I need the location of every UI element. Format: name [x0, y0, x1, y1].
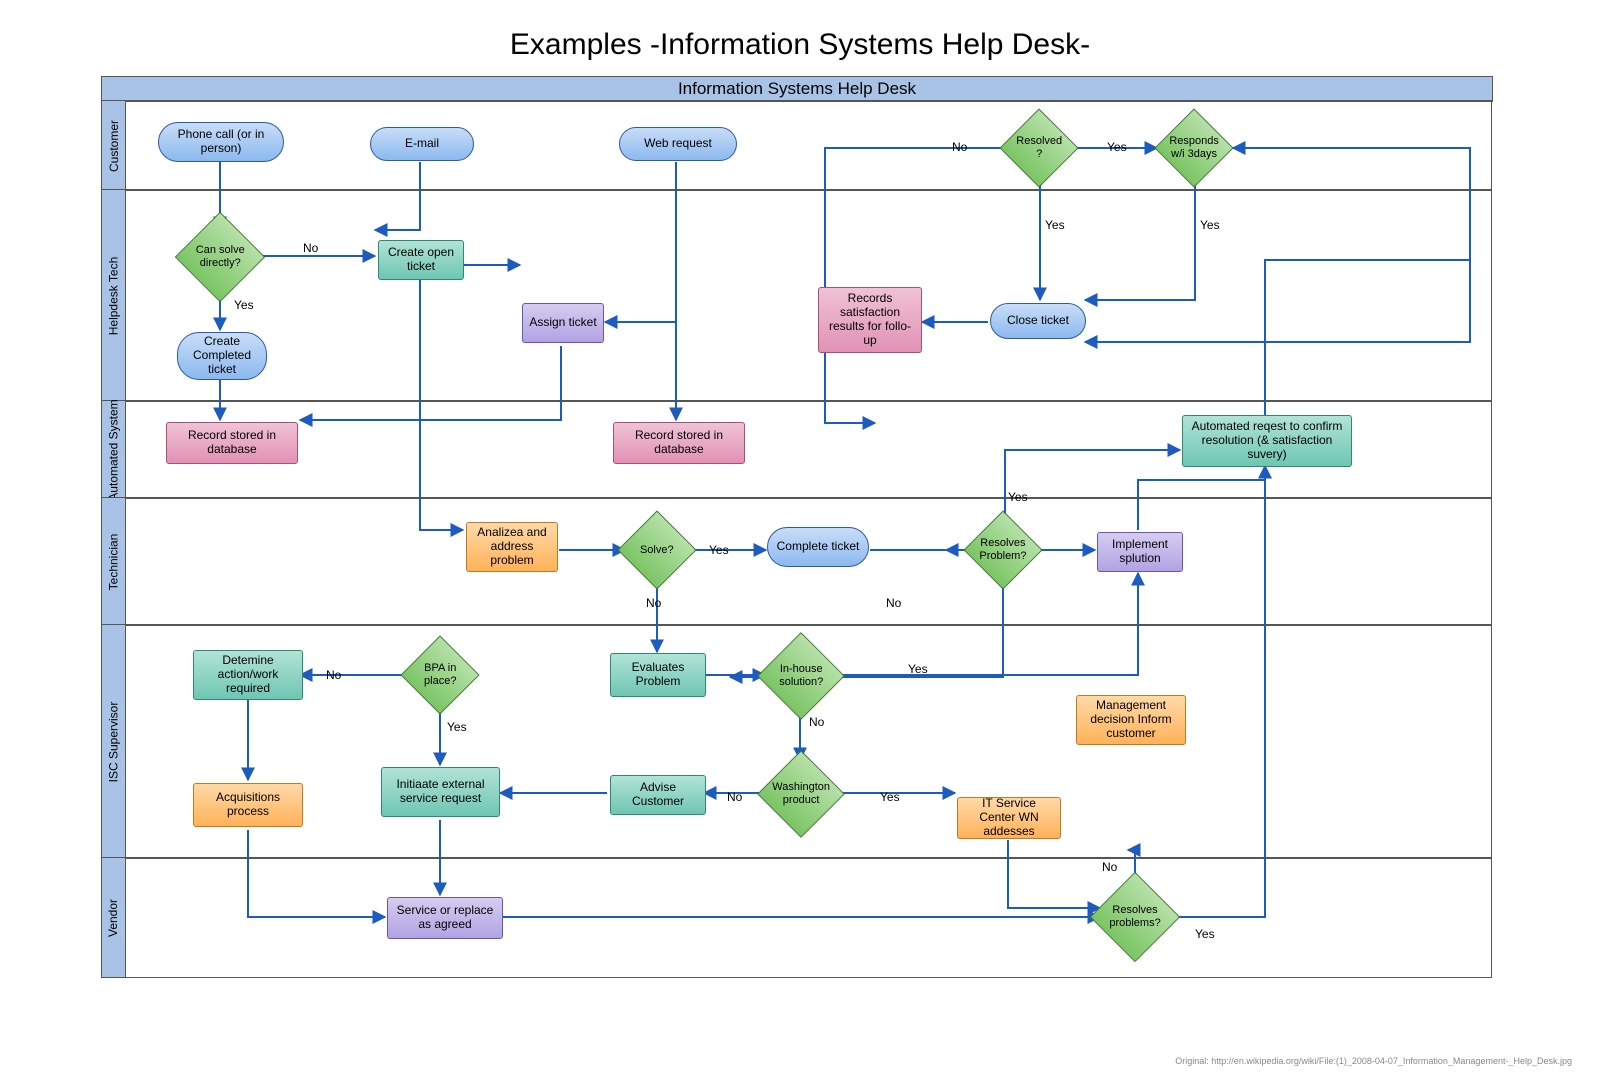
label-no: No — [727, 790, 742, 804]
node-implement: Implement splution — [1097, 532, 1183, 572]
node-mgmt-decision: Management decision Inform customer — [1076, 695, 1186, 745]
node-completed-ticket: Create Completed ticket — [177, 332, 267, 380]
label-no: No — [646, 596, 661, 610]
node-satisfaction: Records satisfaction results for follo- … — [818, 287, 922, 353]
label-yes: Yes — [447, 720, 467, 734]
diagram-page: Examples -Information Systems Help Desk-… — [0, 0, 1600, 1076]
label-no: No — [1102, 860, 1117, 874]
label-yes: Yes — [1107, 140, 1127, 154]
node-analyze: Analizea and address problem — [466, 522, 558, 572]
node-complete-ticket: Complete ticket — [767, 527, 869, 567]
node-wn-addesses: IT Service Center WN addesses — [957, 797, 1061, 839]
label-no: No — [303, 241, 318, 255]
label-yes: Yes — [234, 298, 254, 312]
label-yes: Yes — [1045, 218, 1065, 232]
label-yes: Yes — [1200, 218, 1220, 232]
node-close-ticket: Close ticket — [990, 303, 1086, 339]
label-yes: Yes — [880, 790, 900, 804]
node-email: E-mail — [370, 127, 474, 161]
node-evaluate: Evaluates Problem — [610, 653, 706, 697]
node-assign-ticket: Assign ticket — [522, 303, 604, 343]
label-no: No — [952, 140, 967, 154]
label-yes: Yes — [709, 543, 729, 557]
label-yes: Yes — [1008, 490, 1028, 504]
node-store-1: Record stored in database — [166, 422, 298, 464]
node-web-request: Web request — [619, 127, 737, 161]
label-no: No — [809, 715, 824, 729]
node-initiate-external: Initiaate external service request — [381, 767, 500, 817]
footnote: Original: http://en.wikipedia.org/wiki/F… — [1175, 1056, 1572, 1066]
label-no: No — [886, 596, 901, 610]
node-determine: Detemine action/work required — [193, 650, 303, 700]
label-yes: Yes — [1195, 927, 1215, 941]
node-acquisitions: Acquisitions process — [193, 783, 303, 827]
node-phone-call: Phone call (or in person) — [158, 122, 284, 162]
node-advise: Advise Customer — [610, 775, 706, 815]
node-auto-request: Automated reqest to confirm resolution (… — [1182, 415, 1352, 467]
node-open-ticket: Create open ticket — [378, 240, 464, 280]
label-no: No — [326, 668, 341, 682]
node-store-2: Record stored in database — [613, 422, 745, 464]
node-service-replace: Service or replace as agreed — [387, 897, 503, 939]
label-yes: Yes — [908, 662, 928, 676]
